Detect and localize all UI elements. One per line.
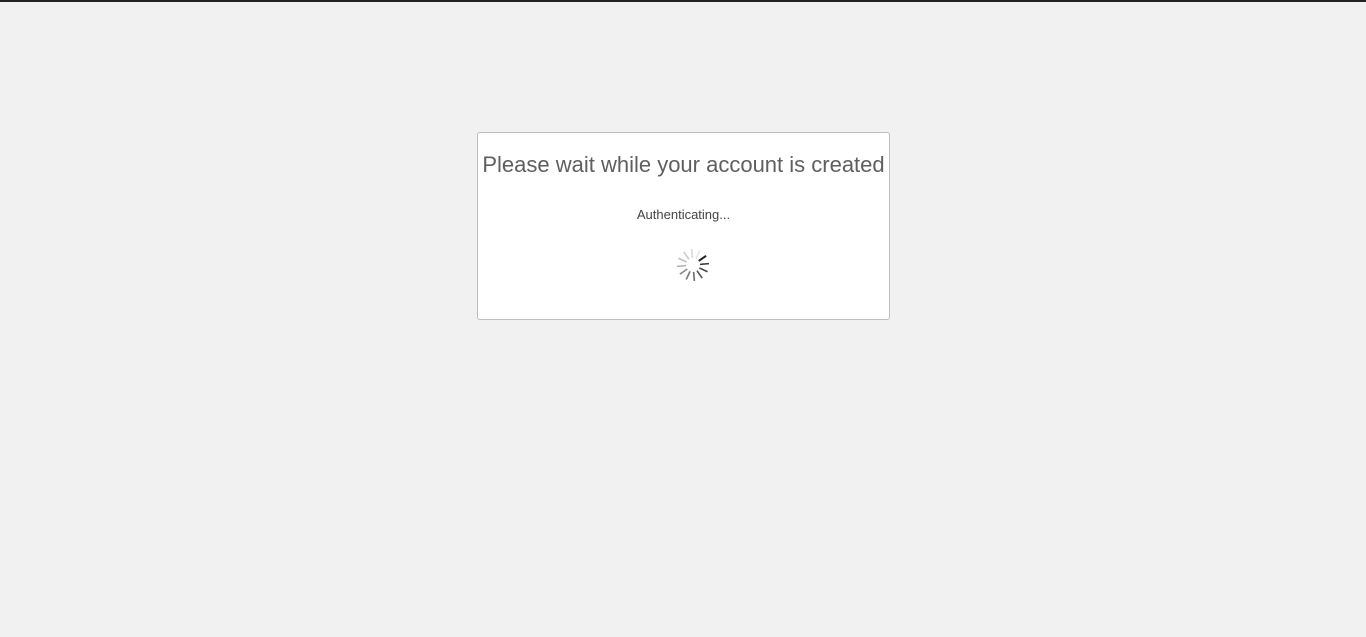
spinner-ray	[678, 257, 687, 263]
spinner-ray	[699, 262, 710, 266]
spinner-ray	[696, 270, 703, 279]
spinner-ray	[698, 255, 707, 262]
spinner-ray	[692, 271, 696, 282]
dialog-title: Please wait while your account is create…	[482, 152, 885, 177]
account-creation-dialog: Please wait while your account is create…	[477, 132, 890, 320]
loading-spinner-icon	[676, 248, 710, 282]
spinner-ray	[695, 250, 701, 259]
authentication-status: Authenticating...	[636, 207, 731, 222]
spinner-ray	[676, 264, 687, 268]
spinner-ray	[690, 248, 694, 259]
spinner-ray	[679, 268, 688, 275]
spinner-ray	[699, 267, 708, 273]
spinner-ray	[685, 271, 691, 280]
spinner-ray	[683, 251, 690, 260]
top-border	[0, 0, 1366, 2]
